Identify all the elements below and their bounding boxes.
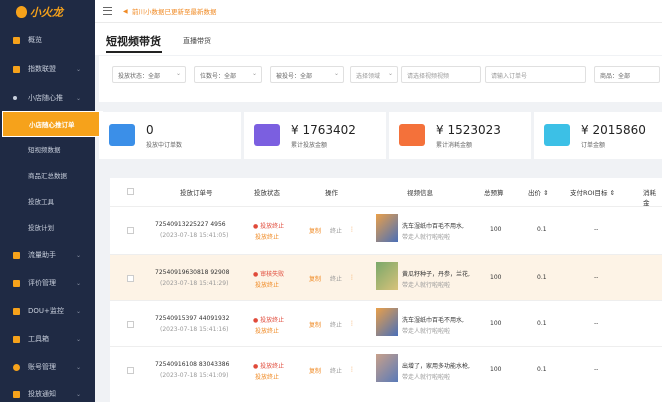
store-icon — [13, 96, 17, 100]
sidebar-item-dou-monitor[interactable]: DOU+监控 ⌄ — [0, 303, 95, 319]
sidebar-item-toolbox[interactable]: 工具箱 ⌄ — [0, 331, 95, 347]
sidebar-item-store-push[interactable]: 小店随心推 ⌄ — [0, 90, 95, 106]
more-icon[interactable]: ⋮ — [349, 366, 355, 373]
sidebar-item-alliance[interactable]: 指数联盟 ⌄ — [0, 61, 95, 77]
tab-live[interactable]: 直播带货 — [183, 36, 211, 46]
sidebar: 小火龙 概览 指数联盟 ⌄ 小店随心推 ⌄ 小店随心推订单 短视频数据 商品汇总… — [0, 0, 103, 402]
sidebar-sub-orders[interactable]: 小店随心推订单 — [2, 111, 103, 137]
table-row: 72540919630818 92908 (2023-07-18 15:41:2… — [110, 254, 662, 300]
table-row: 72540915397 44091932 (2023-07-18 15:41:1… — [110, 300, 662, 346]
bell-icon — [13, 390, 20, 398]
domain-select[interactable]: 选择领域 ⌄ — [350, 66, 398, 83]
overview-icon — [13, 36, 20, 44]
tab-short-video[interactable]: 短视频带货 — [106, 33, 161, 49]
select-all-checkbox[interactable] — [127, 188, 134, 195]
row-checkbox[interactable] — [127, 321, 134, 328]
more-icon[interactable]: ⋮ — [349, 320, 355, 327]
logo-text: 小火龙 — [30, 6, 63, 19]
sidebar-sub-tools[interactable]: 投放工具 — [0, 194, 95, 208]
table-row: 72540916108 83043386 (2023-07-18 15:41:0… — [110, 346, 662, 392]
stat-card-total-spend: ¥ 1763402 累计投放金额 — [244, 112, 386, 159]
col-bid[interactable]: 出价 ⇕ — [528, 187, 549, 197]
receipt-icon — [544, 124, 570, 146]
sidebar-sub-product-summary[interactable]: 商品汇总数据 — [0, 168, 95, 182]
menu-toggle-icon[interactable] — [103, 7, 112, 15]
col-budget: 总预算 — [484, 189, 504, 197]
video-thumbnail[interactable] — [376, 308, 398, 336]
stat-card-total-consumed: ¥ 1523023 累计消耗金额 — [389, 112, 531, 159]
sidebar-sub-video-data[interactable]: 短视频数据 — [0, 142, 95, 156]
toolbox-icon — [13, 335, 20, 343]
chevron-down-icon: ⌄ — [76, 251, 82, 259]
col-order-id: 投放订单号 — [180, 189, 213, 197]
traffic-icon — [13, 251, 20, 259]
sidebar-item-reviews[interactable]: 评价管理 ⌄ — [0, 275, 95, 291]
chevron-down-icon: ⌄ — [76, 65, 82, 73]
sidebar-item-traffic[interactable]: 流量助手 ⌄ — [0, 247, 95, 263]
stat-card-order-amount: ¥ 2015860 订单金额 — [534, 112, 662, 159]
order-input[interactable]: 请输入订单号 — [485, 66, 586, 83]
table-row: 72540913225227 4956 (2023-07-18 15:41:05… — [110, 206, 662, 252]
bar-chart-icon — [13, 65, 20, 73]
target-select[interactable]: 被投号：全部 ⌄ — [270, 66, 344, 83]
sidebar-item-overview[interactable]: 概览 — [0, 32, 95, 48]
chevron-down-icon: ⌄ — [76, 390, 82, 398]
row-checkbox[interactable] — [127, 367, 134, 374]
orders-table: 投放订单号 投放状态 操作 视频信息 总预算 出价 ⇕ 支付ROI目标 ⇕ 消耗… — [110, 178, 662, 402]
chevron-up-icon: ⌄ — [76, 94, 82, 102]
col-consumed: 消耗金 — [643, 189, 656, 207]
chevron-down-icon: ⌄ — [251, 70, 257, 77]
chevron-down-icon: ⌄ — [387, 70, 393, 77]
wallet-icon — [109, 124, 135, 146]
chevron-down-icon: ⌄ — [333, 70, 339, 77]
chevron-down-icon: ⌄ — [76, 307, 82, 315]
chevron-down-icon: ⌄ — [76, 335, 82, 343]
cart-icon — [254, 124, 280, 146]
col-status: 投放状态 — [254, 189, 280, 197]
top-bar: ◀ 前川小数据已更新至最新数据 — [95, 0, 662, 23]
status-select[interactable]: 投放状态：全部 ⌄ — [112, 66, 186, 83]
video-thumbnail[interactable] — [376, 262, 398, 290]
col-video: 视频信息 — [407, 189, 433, 197]
video-thumbnail[interactable] — [376, 354, 398, 382]
chevron-down-icon: ⌄ — [76, 363, 82, 371]
stat-card-active-orders: 0 投放中订单数 — [99, 112, 241, 159]
sidebar-item-accounts[interactable]: 账号管理 ⌄ — [0, 359, 95, 375]
flame-logo-icon — [16, 6, 27, 18]
logo: 小火龙 — [0, 0, 95, 24]
col-roi[interactable]: 支付ROI目标 ⇕ — [570, 187, 615, 197]
filter-bar: 投放状态：全部 ⌄ 位数号：全部 ⌄ 被投号：全部 ⌄ 选择领域 ⌄ 请选择视频视频 请… — [99, 56, 662, 102]
more-icon[interactable]: ⋮ — [349, 226, 355, 233]
tab-active-indicator — [106, 51, 162, 53]
sidebar-item-notify[interactable]: 投放通知 ⌄ — [0, 386, 95, 402]
review-icon — [13, 279, 20, 287]
sidebar-sub-plan[interactable]: 投放计划 — [0, 220, 95, 234]
col-actions: 操作 — [325, 189, 338, 197]
product-select[interactable]: 商品：全部 — [594, 66, 660, 83]
account-select[interactable]: 位数号：全部 ⌄ — [194, 66, 262, 83]
chevron-down-icon: ⌄ — [76, 279, 82, 287]
row-checkbox[interactable] — [127, 227, 134, 234]
user-icon — [13, 363, 20, 371]
more-icon[interactable]: ⋮ — [349, 274, 355, 281]
notice-text: 前川小数据已更新至最新数据 — [132, 8, 217, 16]
row-checkbox[interactable] — [127, 275, 134, 282]
monitor-icon — [13, 307, 20, 315]
chevron-down-icon: ⌄ — [175, 70, 181, 77]
video-thumbnail[interactable] — [376, 214, 398, 242]
video-input[interactable]: 请选择视频视频 — [401, 66, 481, 83]
invoice-icon — [399, 124, 425, 146]
tab-bar: 短视频带货 直播带货 — [95, 23, 662, 55]
back-arrow-icon: ◀ — [123, 8, 128, 15]
